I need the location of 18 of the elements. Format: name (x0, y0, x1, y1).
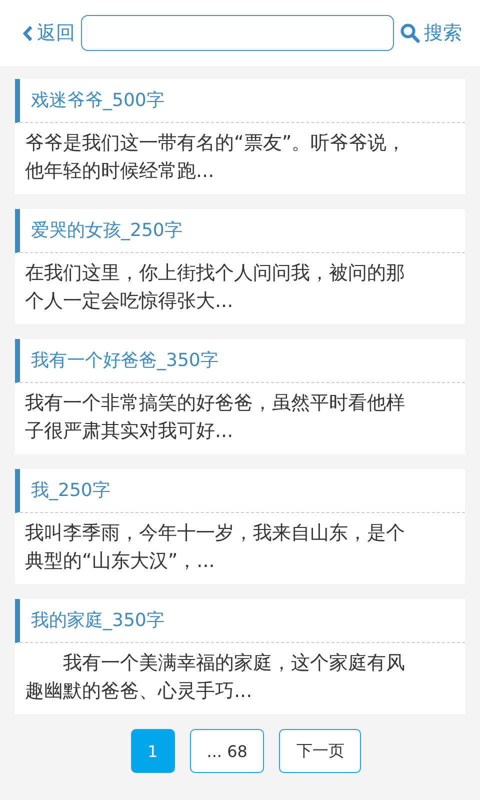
page-button[interactable]: 1 (130, 729, 175, 773)
page-button[interactable]: ... 68 (190, 729, 264, 773)
search-icon (400, 23, 420, 43)
page-button[interactable]: 下一页 (279, 729, 362, 773)
search-button[interactable]: 搜索 (424, 20, 462, 46)
back-button[interactable]: 返回 (37, 20, 75, 46)
back-chevron-icon (22, 24, 33, 42)
story-excerpt: 我叫李季雨，今年十一岁，我来自山东，是个典型的“山东大汉”，... (24, 521, 406, 574)
story-title-link[interactable]: 我有一个好爸爸_350字 (15, 339, 465, 383)
story-excerpt: 我有一个非常搞笑的好爸爸，虽然平时看他样子很严肃其实对我可好... (24, 391, 406, 444)
story-excerpt: 爷爷是我们这一带有名的“票友”。听爷爷说，他年轻的时候经常跑... (24, 131, 407, 184)
story-excerpt: 在我们这里，你上街找个人问问我，被问的那个人一定会吃惊得张大... (24, 261, 406, 314)
story-title-link[interactable]: 戏迷爷爷_500字 (15, 79, 465, 123)
story-title-link[interactable]: 爱哭的女孩_250字 (15, 209, 465, 253)
story-title-link[interactable]: 我的家庭_350字 (15, 599, 465, 643)
search-field[interactable] (81, 15, 394, 51)
story-title-link[interactable]: 我_250字 (15, 469, 465, 513)
story-excerpt: 我有一个美满幸福的家庭，这个家庭有风趣幽默的爸爸、心灵手巧... (24, 651, 406, 704)
